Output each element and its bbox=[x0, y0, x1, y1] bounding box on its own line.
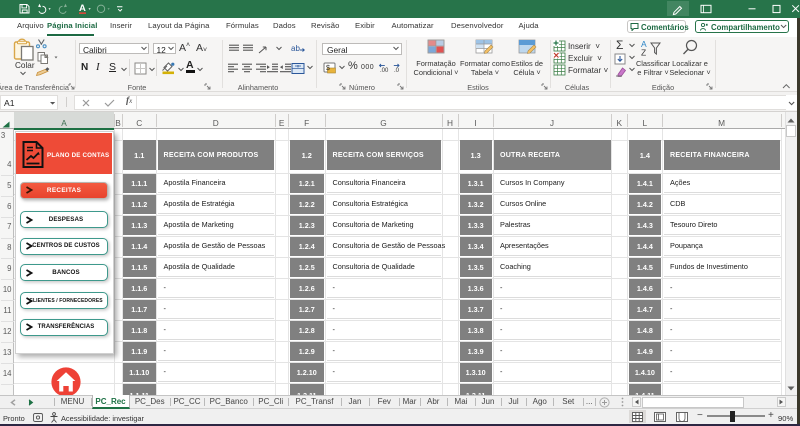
svg-text:ab: ab bbox=[291, 44, 300, 53]
svg-text:$: $ bbox=[326, 65, 330, 72]
svg-text:.0: .0 bbox=[394, 68, 400, 73]
svg-text:Z: Z bbox=[641, 48, 646, 57]
svg-text:.00: .00 bbox=[380, 68, 389, 73]
